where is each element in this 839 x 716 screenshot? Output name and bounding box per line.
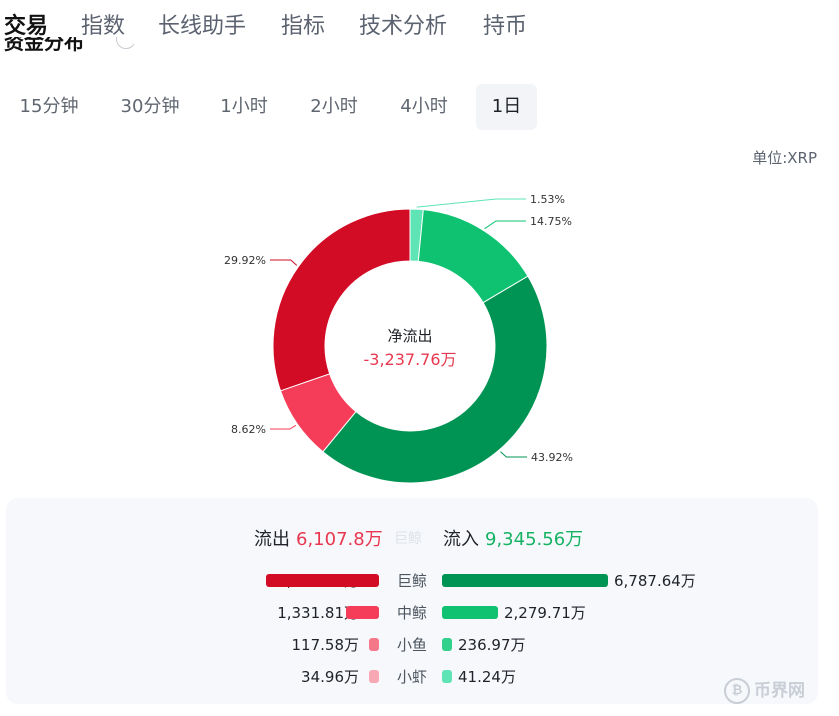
unit-label: 单位:XRP <box>752 149 817 167</box>
interval-tab-1h[interactable]: 1小时 <box>212 84 276 130</box>
inflow-value: 236.97万 <box>458 636 526 654</box>
section-title: 资金分布 <box>4 37 134 61</box>
outflow-summary: 流出 6,107.8万 <box>254 525 383 551</box>
row-name: 小虾 <box>396 668 427 686</box>
inflow-summary: 流入 9,345.56万 <box>443 525 583 551</box>
row-name: 巨鲸 <box>396 572 427 590</box>
nav-tab-holdings[interactable]: 持币 <box>483 8 527 40</box>
bitcoin-coin-icon: ₿ <box>724 678 750 704</box>
donut-slice[interactable] <box>322 275 548 484</box>
inflow-value: 2,279.71万 <box>504 604 586 622</box>
nav-tab-long-term-assistant[interactable]: 长线助手 <box>158 8 246 40</box>
donut-slice-label: 14.75% <box>530 215 572 228</box>
outflow-bar <box>369 670 379 683</box>
inflow-bar <box>442 638 452 651</box>
flow-row-shrimp: 34.96万 小虾 41.24万 <box>0 665 839 687</box>
inflow-value: 6,787.64万 <box>614 572 696 590</box>
donut-slice-label: 43.92% <box>531 451 573 464</box>
inflow-bar <box>442 670 452 683</box>
inflow-label: 流入 <box>443 529 479 550</box>
nav-tab-indicators[interactable]: 指标 <box>281 8 325 40</box>
donut-slice-label: 1.53% <box>530 193 565 206</box>
row-name: 小鱼 <box>396 636 427 654</box>
interval-tab-15m[interactable]: 15分钟 <box>12 84 86 130</box>
inflow-value: 41.24万 <box>458 668 516 686</box>
center-hint: 巨鲸 <box>394 531 422 547</box>
inflow-total: 9,345.56万 <box>485 529 584 550</box>
flow-row-mid-whale: 1,331.81万 中鲸 2,279.71万 <box>0 601 839 623</box>
flow-row-whale: 4,623.46万 巨鲸 6,787.64万 <box>0 569 839 591</box>
inflow-bar <box>442 606 498 619</box>
nav-tab-trade[interactable]: 交易 <box>4 8 48 40</box>
donut-leader-line <box>270 424 297 430</box>
outflow-value: 117.58万 <box>291 636 360 654</box>
donut-slice-label: 29.92% <box>224 254 266 267</box>
section-title-text: 资金分布 <box>4 37 84 54</box>
question-circle-icon[interactable] <box>116 37 134 49</box>
interval-tab-1d[interactable]: 1日 <box>476 84 537 130</box>
donut-center-title: 净流出 <box>387 327 433 345</box>
interval-tab-4h[interactable]: 4小时 <box>392 84 456 130</box>
flow-row-small-fish: 117.58万 小鱼 236.97万 <box>0 633 839 655</box>
interval-tab-30m[interactable]: 30分钟 <box>112 84 188 130</box>
interval-tab-2h[interactable]: 2小时 <box>302 84 366 130</box>
donut-slice-label: 8.62% <box>231 423 266 436</box>
outflow-bar <box>346 606 379 619</box>
donut-leader-line <box>500 451 527 458</box>
outflow-bar <box>266 574 379 587</box>
donut-leader-line <box>270 259 298 266</box>
watermark-text: 币界网 <box>754 681 805 701</box>
inflow-bar <box>442 574 608 587</box>
donut-leader-line <box>484 220 526 230</box>
nav-tab-index[interactable]: 指数 <box>81 8 125 40</box>
watermark: ₿ 币界网 <box>724 676 805 704</box>
donut-leader-line <box>416 198 526 208</box>
outflow-bar <box>369 638 379 651</box>
donut-center-value: -3,237.76万 <box>363 350 457 369</box>
outflow-value: 34.96万 <box>301 668 359 686</box>
row-name: 中鲸 <box>396 604 427 622</box>
outflow-total: 6,107.8万 <box>296 529 383 550</box>
outflow-label: 流出 <box>254 529 290 550</box>
nav-tab-technical-analysis[interactable]: 技术分析 <box>359 8 447 40</box>
